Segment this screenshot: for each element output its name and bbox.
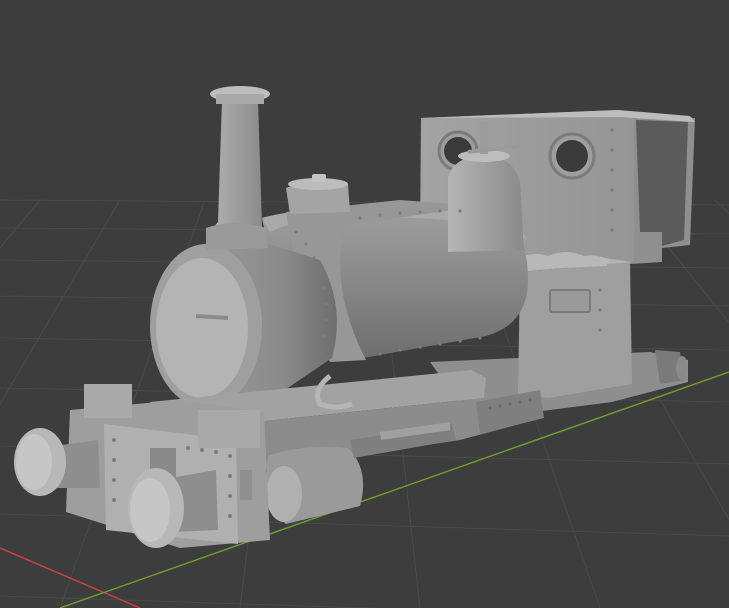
lamp-iron-left — [84, 384, 132, 418]
rear-buffer — [676, 356, 688, 380]
cylinder-cover — [266, 466, 302, 522]
x-axis-line — [0, 547, 141, 608]
right-buffer-head-face — [130, 478, 170, 542]
chimney-lip — [216, 94, 264, 104]
smokebox-door-face — [156, 258, 248, 398]
steam-dome-handle — [312, 174, 326, 182]
tank-plate — [549, 289, 591, 313]
viewport-canvas[interactable] — [0, 0, 729, 608]
buffer-beam-lug — [240, 470, 252, 500]
lamp-iron-right — [198, 410, 260, 448]
cab-side-opening — [636, 120, 688, 246]
locomotive-model[interactable] — [14, 86, 695, 548]
cab-spectacle-right-glass — [556, 140, 588, 172]
chimney-base — [206, 223, 268, 250]
safety-valve-dome — [448, 154, 524, 252]
smokebox-door-handle — [195, 314, 229, 320]
left-buffer-head-face — [16, 434, 52, 490]
side-tank — [518, 262, 632, 398]
3d-viewport[interactable] — [0, 0, 729, 608]
